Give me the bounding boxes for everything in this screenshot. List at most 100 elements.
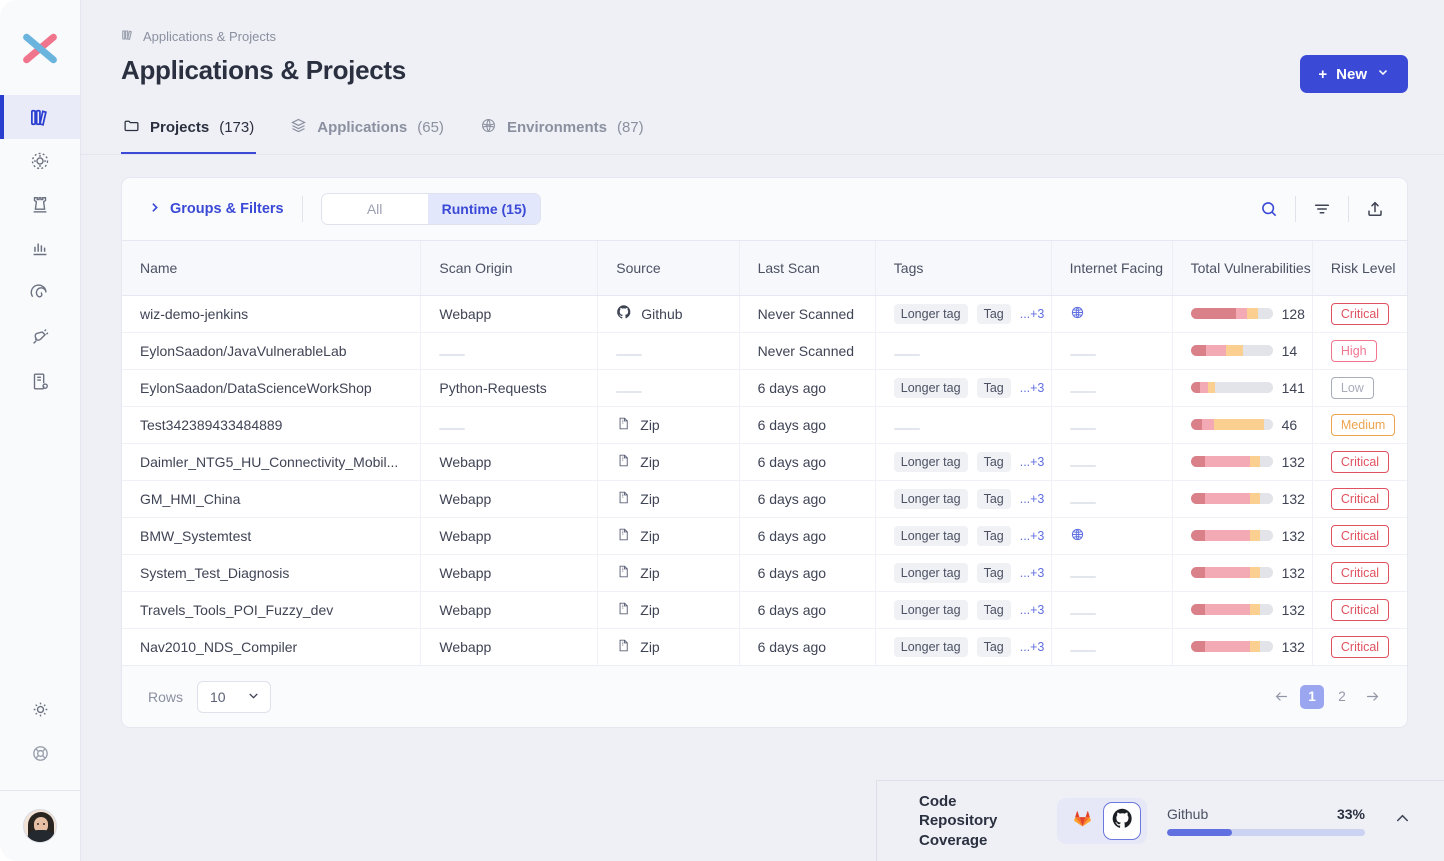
tab-applications[interactable]: Applications (65) xyxy=(288,111,446,154)
books-icon xyxy=(29,106,52,129)
tag-chip[interactable]: Longer tag xyxy=(893,488,968,509)
tags-more-link[interactable]: ...+3 xyxy=(1020,603,1045,617)
tag-chip[interactable]: Tag xyxy=(976,488,1011,509)
col-internet-facing[interactable]: Internet Facing xyxy=(1051,241,1173,296)
tags-more-link[interactable]: ...+3 xyxy=(1020,640,1045,654)
risk-badge: Medium xyxy=(1330,413,1396,436)
page-2-button[interactable]: 2 xyxy=(1330,685,1354,709)
col-tags[interactable]: Tags xyxy=(875,241,1052,296)
col-total-vulnerabilities[interactable]: Total Vulnerabilities xyxy=(1172,241,1313,296)
cell-internet-facing xyxy=(1051,406,1173,444)
table-row[interactable]: GM_HMI_China Webapp Zip 6 days ago Longer ta… xyxy=(122,480,1407,518)
user-avatar[interactable] xyxy=(23,809,57,843)
tag-chip[interactable]: Longer tag xyxy=(893,636,968,657)
tag-chip[interactable]: Longer tag xyxy=(893,599,968,620)
sidebar-item-settings[interactable] xyxy=(0,690,80,734)
cell-risk-level: Critical xyxy=(1312,295,1407,333)
tags-more-link[interactable]: ...+3 xyxy=(1020,566,1045,580)
tag-chip[interactable]: Tag xyxy=(976,562,1011,583)
col-source[interactable]: Source xyxy=(597,241,740,296)
bar-segment-medium xyxy=(1249,456,1261,467)
new-button[interactable]: + New xyxy=(1300,55,1408,93)
export-icon[interactable] xyxy=(1365,199,1385,219)
tags-more-link[interactable]: ...+3 xyxy=(1020,307,1045,321)
table-row[interactable]: EylonSaadon/JavaVulnerableLab Never Scann… xyxy=(122,332,1407,370)
segment-all[interactable]: All xyxy=(321,194,428,224)
groups-filters-toggle[interactable]: Groups & Filters xyxy=(148,201,284,218)
col-name[interactable]: Name xyxy=(122,241,422,296)
gitlab-chip[interactable] xyxy=(1063,802,1101,840)
tags-more-link[interactable]: ...+3 xyxy=(1020,381,1045,395)
tag-chip[interactable]: Tag xyxy=(976,636,1011,657)
sidebar-item-reports[interactable] xyxy=(0,227,80,271)
table-row[interactable]: Daimler_NTG5_HU_Connectivity_Mobil... Web… xyxy=(122,443,1407,481)
risk-badge: Critical xyxy=(1330,524,1390,547)
rows-per-page-select[interactable]: 10 xyxy=(197,680,272,713)
main-content: Applications & Projects Applications & P… xyxy=(81,0,1444,861)
bar-segment-critical xyxy=(1190,604,1205,615)
empty-dash xyxy=(893,427,920,430)
sidebar-item-fortress[interactable] xyxy=(0,183,80,227)
bar-segment-medium xyxy=(1249,604,1261,615)
sidebar-item-explorer[interactable] xyxy=(0,139,80,183)
filter-icon[interactable] xyxy=(1312,199,1332,219)
tag-chip[interactable]: Longer tag xyxy=(893,562,968,583)
github-icon xyxy=(1111,807,1134,835)
tag-chip[interactable]: Tag xyxy=(976,525,1011,546)
table-row[interactable]: Test342389433484889 Zip 6 days ago 46 Medium xyxy=(122,406,1407,444)
tag-chip[interactable]: Longer tag xyxy=(893,377,968,398)
table-row[interactable]: Travels_Tools_POI_Fuzzy_dev Webapp Zip 6 da… xyxy=(122,591,1407,629)
github-chip[interactable] xyxy=(1103,802,1141,840)
tag-chip[interactable]: Longer tag xyxy=(893,525,968,546)
col-risk-level[interactable]: Risk Level xyxy=(1312,241,1407,296)
sidebar-item-inventory[interactable] xyxy=(0,95,80,139)
globe-icon xyxy=(1070,528,1085,545)
cell-name: Daimler_NTG5_HU_Connectivity_Mobil... xyxy=(122,443,422,481)
zip-icon xyxy=(616,490,631,508)
risk-badge: Critical xyxy=(1330,598,1390,621)
bar-segment-medium xyxy=(1249,493,1261,504)
page-1-button[interactable]: 1 xyxy=(1300,684,1324,709)
tag-chip[interactable]: Tag xyxy=(976,303,1011,324)
cell-last-scan: 6 days ago xyxy=(739,517,876,555)
collapse-bar-button[interactable] xyxy=(1385,801,1420,841)
sidebar-item-help[interactable] xyxy=(0,734,80,778)
app-logo[interactable] xyxy=(0,0,80,95)
vulnerability-count: 46 xyxy=(1281,416,1298,433)
cell-tags: Longer tag Tag ...+3 xyxy=(875,295,1052,333)
bar-segment-medium xyxy=(1225,345,1244,356)
sidebar-item-radar[interactable] xyxy=(0,271,80,315)
table-row[interactable]: EylonSaadon/DataScienceWorkShop Python-Re… xyxy=(122,369,1407,407)
tag-chip[interactable]: Tag xyxy=(976,377,1011,398)
segment-runtime[interactable]: Runtime (15) xyxy=(427,194,541,224)
tags-more-link[interactable]: ...+3 xyxy=(1020,455,1045,469)
tags-cell: Longer tag Tag ...+3 xyxy=(893,488,1050,509)
bar-segment-critical xyxy=(1190,493,1205,504)
tab-environments[interactable]: Environments (87) xyxy=(478,111,646,154)
tab-projects[interactable]: Projects (173) xyxy=(121,111,257,154)
arrow-left-icon[interactable] xyxy=(1269,688,1294,705)
cell-scan-origin: Webapp xyxy=(420,480,599,518)
col-last-scan[interactable]: Last Scan xyxy=(739,241,876,296)
tag-chip[interactable]: Longer tag xyxy=(893,303,968,324)
search-icon[interactable] xyxy=(1259,199,1279,219)
sidebar-item-integrations[interactable] xyxy=(0,315,80,359)
table-row[interactable]: BMW_Systemtest Webapp Zip 6 days ago Longer … xyxy=(122,517,1407,555)
table-row[interactable]: Nav2010_NDS_Compiler Webapp Zip 6 days ago L… xyxy=(122,628,1407,665)
sidebar-item-policies[interactable] xyxy=(0,359,80,403)
cell-total-vulnerabilities: 132 xyxy=(1172,628,1313,665)
tag-chip[interactable]: Longer tag xyxy=(893,451,968,472)
arrow-right-icon[interactable] xyxy=(1360,688,1385,705)
cell-source: Zip xyxy=(597,517,740,555)
tab-environments-count: (87) xyxy=(616,119,644,136)
tag-chip[interactable]: Tag xyxy=(976,451,1011,472)
col-scan-origin[interactable]: Scan Origin xyxy=(420,241,599,296)
table-row[interactable]: wiz-demo-jenkins Webapp Github Never Scanne… xyxy=(122,295,1407,333)
tags-more-link[interactable]: ...+3 xyxy=(1020,529,1045,543)
bar-segment-critical xyxy=(1190,382,1201,393)
rook-icon xyxy=(29,194,51,216)
table-row[interactable]: System_Test_Diagnosis Webapp Zip 6 days ago… xyxy=(122,554,1407,592)
tag-chip[interactable]: Tag xyxy=(976,599,1011,620)
tags-more-link[interactable]: ...+3 xyxy=(1020,492,1045,506)
vulnerability-bar xyxy=(1190,641,1273,653)
